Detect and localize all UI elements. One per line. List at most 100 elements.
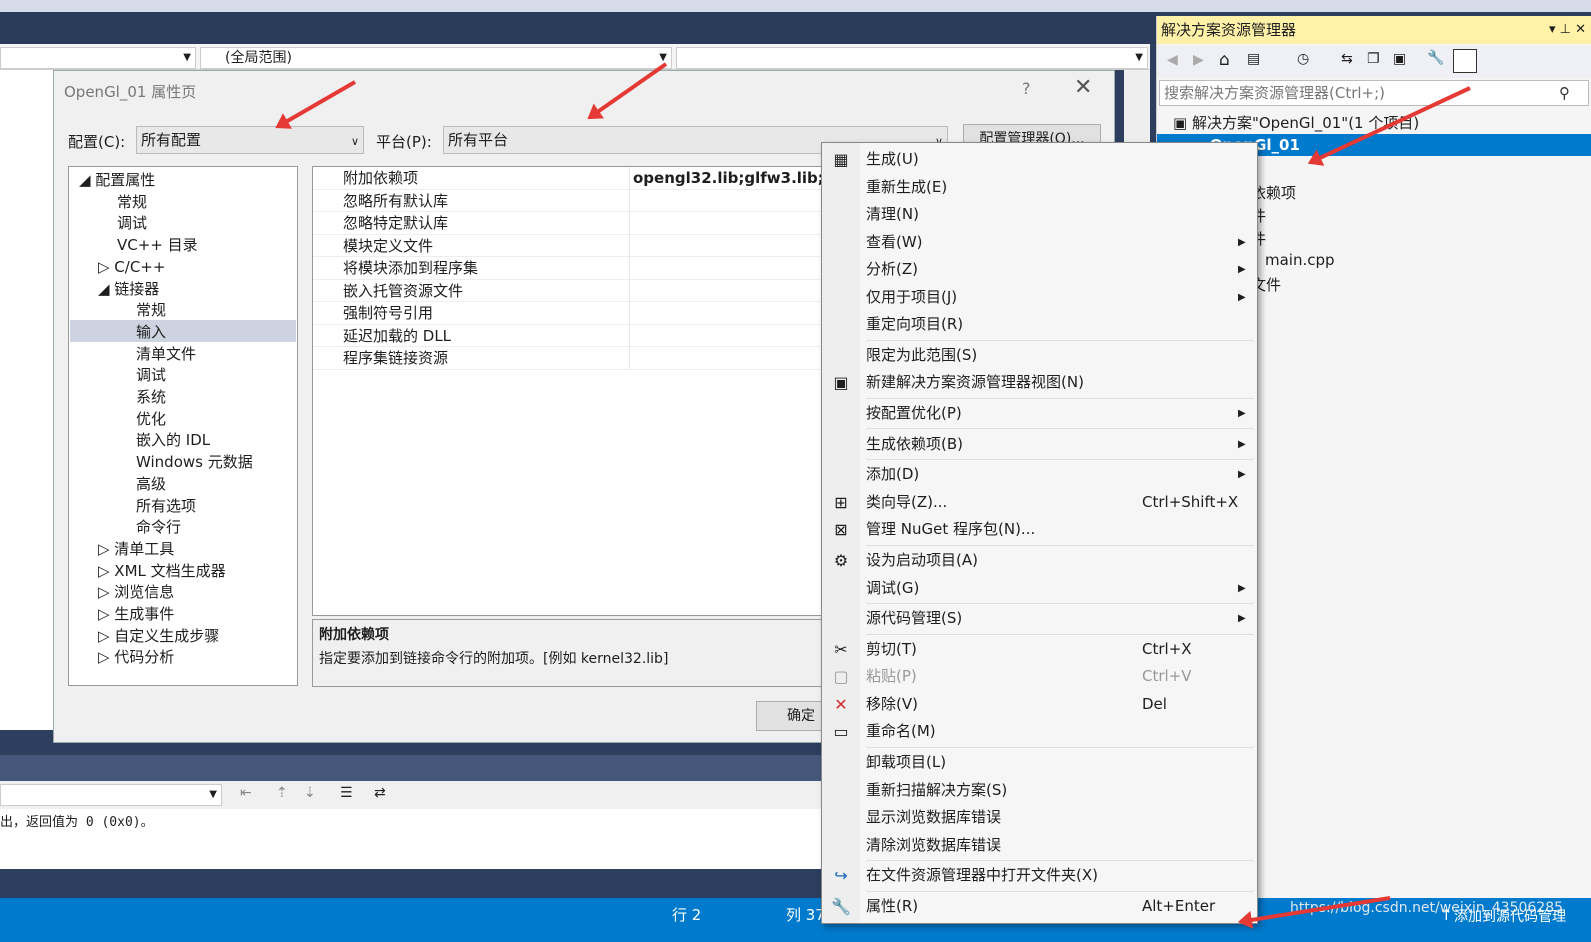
menu-item[interactable]: ▣ 新建解决方案资源管理器视图(N) — [822, 369, 1257, 396]
description-text: 指定要添加到链接命令行的附加项。[例如 kernel32.lib] — [319, 651, 669, 667]
menu-item[interactable]: ▭ 重命名(M) — [822, 718, 1257, 745]
menu-item[interactable]: 生成依赖项(B) ▶ — [822, 431, 1257, 458]
se-main-cpp[interactable]: main.cpp — [1265, 251, 1335, 269]
menu-item[interactable]: 重定向项目(R) — [822, 311, 1257, 338]
sync-icon[interactable]: ⇆ — [1341, 51, 1353, 67]
home-icon[interactable]: ⌂ — [1219, 50, 1230, 70]
output-next-icon[interactable]: ⇣ — [304, 785, 316, 801]
property-grid: 附加依赖项 opengl32.lib;glfw3.lib;glew 忽略所有默认库忽… — [312, 166, 864, 616]
grid-row[interactable]: 强制符号引用 — [313, 302, 823, 325]
add-to-source-control[interactable]: 添加到源代码管理 — [1454, 906, 1566, 926]
description-panel: 附加依赖项 指定要添加到链接命令行的附加项。[例如 kernel32.lib] — [312, 619, 822, 687]
config-combo[interactable]: 所有配置 ∨ — [136, 126, 364, 154]
tree-item[interactable]: 高级 — [136, 474, 166, 495]
delete-icon: ✕ — [834, 694, 848, 714]
menu-item[interactable]: 重新生成(E) — [822, 174, 1257, 201]
menu-item[interactable]: ⊠ 管理 NuGet 程序包(N)... — [822, 516, 1257, 543]
tree-item[interactable]: 常规 — [117, 192, 147, 213]
tree-item[interactable]: VC++ 目录 — [117, 235, 198, 256]
menu-item[interactable]: ▦ 生成(U) — [822, 146, 1257, 173]
grid-row[interactable]: 嵌入托管资源文件 — [313, 279, 823, 302]
scope-combo[interactable]: (全局范围) ▼ — [200, 47, 672, 69]
back-icon[interactable]: ◀ — [1167, 52, 1178, 68]
tree-item[interactable]: ▷ 生成事件 — [98, 604, 174, 625]
tree-item[interactable]: 输入 — [136, 322, 166, 343]
grid-row[interactable]: 模块定义文件 — [313, 234, 823, 257]
menu-item[interactable]: 按配置优化(P) ▶ — [822, 400, 1257, 427]
tree-item[interactable]: ▷ 清单工具 — [98, 539, 174, 560]
menu-separator — [866, 860, 1254, 862]
menu-item[interactable]: 源代码管理(S) ▶ — [822, 605, 1257, 632]
tree-item[interactable]: 常规 — [136, 300, 166, 321]
tree-item[interactable]: ▷ 自定义生成步骤 — [98, 626, 219, 647]
tree-item[interactable]: Windows 元数据 — [136, 452, 253, 473]
tree-item[interactable]: 调试 — [136, 365, 166, 386]
menu-item[interactable]: 重新扫描解决方案(S) — [822, 777, 1257, 804]
tree-item[interactable]: ▷ C/C++ — [98, 257, 165, 278]
menu-item[interactable]: 🔧 属性(R) Alt+Enter — [822, 893, 1257, 920]
menu-item-label: 添加(D) — [866, 465, 920, 484]
tree-item[interactable]: 系统 — [136, 387, 166, 408]
menu-item[interactable]: ✂ 剪切(T) Ctrl+X — [822, 636, 1257, 663]
menu-item[interactable]: ✕ 移除(V) Del — [822, 691, 1257, 718]
output-clear-all-icon[interactable]: ☰ — [340, 785, 353, 801]
tree-item[interactable]: 所有选项 — [136, 496, 196, 517]
menu-item[interactable]: 清除浏览数据库错误 — [822, 832, 1257, 859]
tree-item[interactable]: 调试 — [117, 213, 147, 234]
dialog-title: OpenGl_01 属性页 — [64, 83, 197, 101]
tree-item[interactable]: ▷ 代码分析 — [98, 647, 174, 668]
menu-item[interactable]: ⚙ 设为启动项目(A) — [822, 547, 1257, 574]
member-combo[interactable]: ▼ — [676, 47, 1148, 69]
menu-separator — [866, 428, 1254, 430]
menu-item[interactable]: 查看(W) ▶ — [822, 229, 1257, 256]
gear-icon: ⚙ — [833, 551, 849, 570]
properties-icon[interactable]: 🔧 — [1427, 50, 1444, 66]
tree-item[interactable]: ◢ 配置属性 — [79, 170, 155, 191]
preview-icon[interactable] — [1453, 49, 1477, 73]
menu-item[interactable]: ↪ 在文件资源管理器中打开文件夹(X) — [822, 862, 1257, 889]
grid-row[interactable]: 将模块添加到程序集 — [313, 257, 823, 280]
menu-item[interactable]: 调试(G) ▶ — [822, 575, 1257, 602]
output-source-combo[interactable]: ▼ — [0, 784, 222, 806]
submenu-arrow-icon: ▶ — [1238, 469, 1246, 481]
menu-item[interactable]: 卸载项目(L) — [822, 749, 1257, 776]
forward-icon[interactable]: ▶ — [1193, 52, 1204, 68]
wrench-icon: 🔧 — [831, 897, 851, 916]
tree-item[interactable]: 优化 — [136, 409, 166, 430]
grid-row[interactable]: 延迟加载的 DLL — [313, 324, 823, 347]
output-prev-icon[interactable]: ⇡ — [276, 785, 288, 801]
collapse-all-icon[interactable]: ❐ — [1367, 51, 1380, 67]
menu-separator — [866, 603, 1254, 604]
grid-row[interactable]: 程序集链接资源 — [313, 347, 823, 370]
menu-item[interactable]: ▢ 粘贴(P) Ctrl+V — [822, 663, 1257, 690]
se-window-controls[interactable]: ▾ ⊥ ✕ — [1549, 16, 1586, 44]
menu-item[interactable]: ⊞ 类向导(Z)... Ctrl+Shift+X — [822, 489, 1257, 516]
source-control-icon[interactable]: ↑ — [1440, 906, 1453, 924]
se-search-input[interactable]: 搜索解决方案资源管理器(Ctrl+;) ⚲ — [1159, 80, 1589, 106]
menu-item[interactable]: 仅用于项目(J) ▶ — [822, 284, 1257, 311]
output-clear-icon[interactable]: ⇤ — [240, 785, 252, 801]
help-button[interactable]: ? — [1022, 79, 1031, 98]
tree-item[interactable]: ▷ XML 文档生成器 — [98, 561, 226, 582]
menu-item-label: 重命名(M) — [866, 722, 936, 741]
tree-item[interactable]: 嵌入的 IDL — [136, 430, 210, 451]
tree-item[interactable]: ◢ 链接器 — [98, 279, 159, 300]
menu-item[interactable]: 分析(Z) ▶ — [822, 256, 1257, 283]
grid-row[interactable]: 忽略所有默认库 — [313, 189, 823, 212]
menu-item[interactable]: 限定为此范围(S) — [822, 342, 1257, 369]
menu-item[interactable]: 清理(N) — [822, 201, 1257, 228]
project-combo[interactable]: ▼ — [0, 47, 196, 69]
output-wrap-icon[interactable]: ⇄ — [374, 785, 386, 801]
show-all-files-icon[interactable]: ▣ — [1393, 51, 1406, 67]
pending-changes-icon[interactable]: ◷ — [1297, 51, 1309, 67]
grid-row[interactable]: 忽略特定默认库 — [313, 212, 823, 235]
menu-item[interactable]: 添加(D) ▶ — [822, 461, 1257, 488]
tree-item[interactable]: ▷ 浏览信息 — [98, 582, 174, 603]
tree-item[interactable]: 清单文件 — [136, 344, 196, 365]
menu-item-label: 新建解决方案资源管理器视图(N) — [866, 373, 1084, 392]
grid-row[interactable]: 附加依赖项 opengl32.lib;glfw3.lib;glew — [313, 167, 864, 190]
menu-item[interactable]: 显示浏览数据库错误 — [822, 804, 1257, 831]
switch-view-icon[interactable]: ▤ — [1247, 51, 1260, 67]
close-button[interactable]: ✕ — [1074, 75, 1092, 100]
tree-item[interactable]: 命令行 — [136, 517, 181, 538]
